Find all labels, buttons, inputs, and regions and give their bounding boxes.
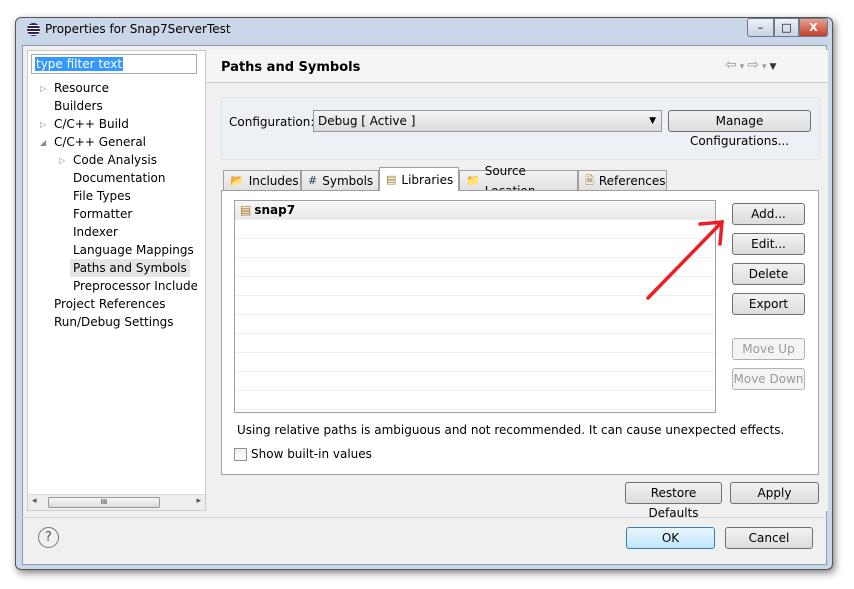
tab-label: Includes	[248, 174, 299, 188]
scroll-thumb[interactable]: III	[48, 497, 160, 508]
divider	[22, 517, 827, 518]
library-icon: ▤	[240, 203, 252, 217]
source-location-icon: 📁	[466, 174, 480, 187]
forward-menu-icon[interactable]: ▾	[762, 62, 770, 72]
expand-icon[interactable]: ▷	[59, 156, 65, 165]
show-built-in-label: Show built-in values	[251, 447, 372, 461]
add-button[interactable]: Add...	[732, 203, 805, 225]
close-button[interactable]: X	[799, 18, 828, 37]
nav-controls[interactable]: ⇦▾⇨▾▼	[725, 57, 779, 73]
eclipse-icon	[27, 22, 40, 36]
filter-text: type filter text	[35, 57, 124, 71]
back-arrow-icon[interactable]: ⇦	[725, 57, 740, 73]
libraries-icon: ▤	[386, 172, 397, 186]
tab-libraries[interactable]: ▤ Libraries	[379, 167, 459, 191]
library-name: snap7	[254, 203, 296, 217]
show-built-in-checkbox-row[interactable]: Show built-in values	[234, 447, 372, 461]
tree-item[interactable]: Resource	[54, 79, 109, 97]
library-row[interactable]: ▤ snap7	[235, 201, 715, 220]
empty-row	[235, 372, 715, 391]
cancel-button[interactable]: Cancel	[725, 527, 813, 549]
tree-item[interactable]: Run/Debug Settings	[54, 313, 174, 331]
tree-item[interactable]: File Types	[73, 187, 131, 205]
tab-label: Libraries	[401, 172, 454, 187]
empty-row	[235, 277, 715, 296]
view-menu-icon[interactable]: ▼	[770, 62, 780, 72]
scroll-left-arrow-icon[interactable]: ◂	[32, 496, 37, 506]
empty-row	[235, 353, 715, 372]
tree-item[interactable]: Project References	[54, 295, 166, 313]
configuration-select[interactable]: Debug [ Active ] ▼	[313, 110, 662, 132]
tree-item[interactable]: Formatter	[73, 205, 132, 223]
page-title: Paths and Symbols	[221, 60, 361, 75]
tree-horizontal-scrollbar[interactable]: ◂ III ▸	[28, 494, 205, 510]
restore-defaults-button[interactable]: Restore Defaults	[625, 482, 722, 520]
move-up-button[interactable]: Move Up	[732, 338, 805, 360]
empty-row	[235, 315, 715, 334]
tree-item[interactable]: C/C++ Build	[54, 115, 129, 133]
tree-item[interactable]: Builders	[54, 97, 103, 115]
maximize-button[interactable]: □	[774, 18, 799, 37]
tree-item[interactable]: Paths and Symbols	[70, 259, 190, 277]
empty-row	[235, 258, 715, 277]
apply-button[interactable]: Apply	[730, 482, 819, 504]
forward-arrow-icon[interactable]: ⇨	[747, 57, 762, 73]
relative-path-warning: Using relative paths is ambiguous and no…	[237, 423, 785, 437]
references-icon: 🗎	[585, 174, 594, 187]
symbols-icon: #	[308, 174, 318, 187]
window-title: Properties for Snap7ServerTest	[45, 22, 231, 36]
filter-input[interactable]: type filter text	[31, 54, 197, 74]
minimize-button[interactable]: –	[747, 18, 774, 37]
tab-label: Symbols	[322, 174, 374, 188]
tab-includes[interactable]: 📂 Includes	[223, 170, 301, 191]
edit-button[interactable]: Edit...	[732, 233, 805, 255]
empty-row	[235, 220, 715, 239]
empty-row	[235, 296, 715, 315]
tab-symbols[interactable]: # Symbols	[301, 170, 379, 191]
chevron-down-icon: ▼	[649, 116, 656, 126]
tree-item[interactable]: Indexer	[73, 223, 118, 241]
tree-item[interactable]: C/C++ General	[54, 133, 146, 151]
page-header: Paths and Symbols ⇦▾⇨▾▼	[207, 50, 828, 83]
ok-button[interactable]: OK	[626, 527, 715, 549]
collapse-icon[interactable]: ◢	[40, 138, 46, 147]
includes-icon: 📂	[230, 174, 244, 187]
tree-item[interactable]: Preprocessor Include Pa	[73, 277, 197, 295]
show-built-in-checkbox[interactable]	[234, 447, 247, 461]
title-bar: Properties for Snap7ServerTest	[27, 22, 231, 36]
configuration-value: Debug [ Active ]	[318, 114, 416, 128]
empty-row	[235, 334, 715, 353]
tab-source-location[interactable]: 📁Source Location	[459, 164, 578, 198]
configuration-label: Configuration:	[229, 115, 315, 129]
tree-item[interactable]: Code Analysis	[73, 151, 157, 169]
tab-references[interactable]: 🗎 References	[578, 170, 667, 191]
export-button[interactable]: Export	[732, 293, 805, 315]
libraries-list[interactable]: ▤ snap7	[234, 200, 716, 413]
help-icon[interactable]: ?	[38, 527, 59, 548]
scroll-right-arrow-icon[interactable]: ▸	[196, 496, 201, 506]
expand-icon[interactable]: ▷	[40, 84, 46, 93]
empty-row	[235, 239, 715, 258]
move-down-button[interactable]: Move Down	[732, 368, 805, 390]
manage-configurations-button[interactable]: Manage Configurations...	[668, 110, 811, 148]
delete-button[interactable]: Delete	[732, 263, 805, 285]
tree-item[interactable]: Language Mappings	[73, 241, 194, 259]
expand-icon[interactable]: ▷	[40, 120, 46, 129]
empty-row	[235, 391, 715, 410]
tree-item[interactable]: Documentation	[73, 169, 166, 187]
tab-label: References	[598, 174, 666, 188]
